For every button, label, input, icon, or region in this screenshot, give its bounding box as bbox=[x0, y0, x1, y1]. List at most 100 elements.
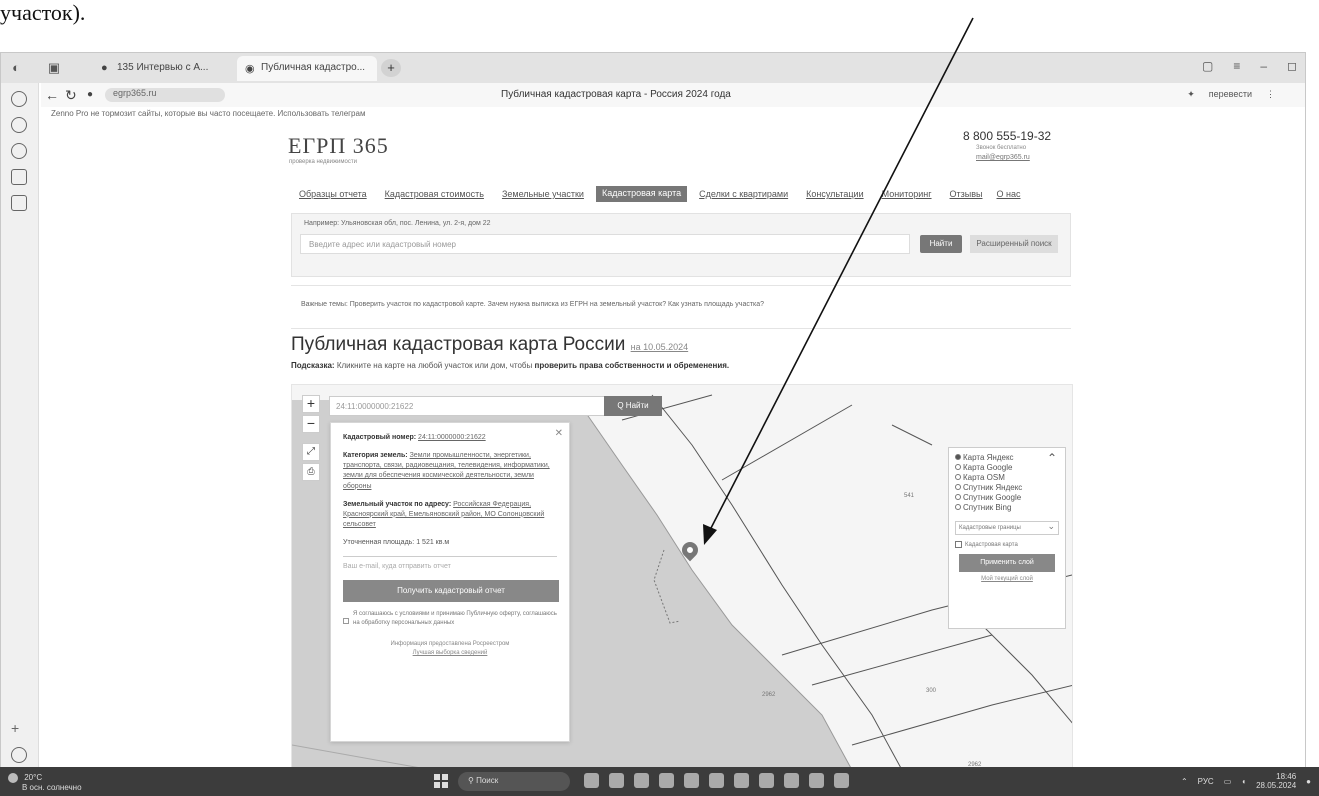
reload-icon[interactable]: ↻ bbox=[65, 87, 77, 104]
map-layers-panel: ⌃ Карта Яндекс Карта Google Карта OSM Сп… bbox=[948, 447, 1066, 629]
downloads-icon[interactable]: ▢ bbox=[1202, 59, 1213, 73]
close-icon[interactable]: ✕ bbox=[555, 428, 563, 439]
windows-taskbar: 20°C В осн. солнечно ⚲ Поиск ⌃ РУС ▭ ◖ 1… bbox=[0, 767, 1319, 796]
maximize-icon[interactable]: ◻ bbox=[1287, 59, 1297, 73]
current-layer-link[interactable]: Мой текущий слой bbox=[955, 576, 1059, 582]
minimize-icon[interactable]: – bbox=[1260, 59, 1267, 73]
start-icon[interactable] bbox=[434, 774, 448, 788]
menu-item-land-plots[interactable]: Земельные участки bbox=[502, 189, 584, 202]
radio-icon[interactable] bbox=[955, 494, 961, 500]
task-view-icon[interactable] bbox=[609, 773, 624, 788]
browser-window: ◐ ▣ ● 135 Интервью с А... ◉ Публичная ка… bbox=[0, 52, 1306, 768]
search-button[interactable]: Найти bbox=[920, 235, 962, 253]
parcel-label: 300 bbox=[926, 688, 937, 694]
menu-item-cadastral-map[interactable]: Кадастровая карта bbox=[595, 186, 688, 202]
photos-icon[interactable] bbox=[784, 773, 799, 788]
weather-widget[interactable]: 20°C В осн. солнечно bbox=[8, 773, 82, 792]
profile-icon[interactable]: ◐ bbox=[7, 59, 25, 77]
taskbar-search[interactable]: ⚲ Поиск bbox=[458, 772, 570, 791]
map-tip: Подсказка: Кликните на карте на любой уч… bbox=[291, 361, 730, 370]
sidebar-settings-icon[interactable] bbox=[11, 117, 27, 133]
report-email-input[interactable]: Ваш e-mail, куда отправить отчет bbox=[343, 563, 557, 570]
url-field[interactable]: egrp365.ru bbox=[105, 88, 225, 102]
sidebar-add-icon[interactable]: + bbox=[11, 721, 27, 737]
checkbox-icon[interactable] bbox=[955, 541, 962, 548]
volume-icon[interactable]: ◖ bbox=[1241, 777, 1246, 786]
language-indicator[interactable]: РУС bbox=[1198, 777, 1214, 786]
parcel-address: Земельный участок по адресу: Российская … bbox=[343, 500, 545, 528]
mail-icon[interactable] bbox=[734, 773, 749, 788]
layer-bing-satellite[interactable]: Спутник Bing bbox=[955, 503, 1059, 513]
menu-item-about[interactable]: О нас bbox=[997, 189, 1021, 202]
radio-icon[interactable] bbox=[955, 454, 961, 460]
layer-yandex-map[interactable]: Карта Яндекс bbox=[955, 453, 1059, 463]
faq-links[interactable]: Важные темы: Проверить участок по кадаст… bbox=[291, 285, 1071, 329]
apply-layer-button[interactable]: Применить слой bbox=[959, 554, 1055, 573]
tab-dzen[interactable]: ● 135 Интервью с А... bbox=[93, 56, 233, 81]
phone-number[interactable]: 8 800 555-19-32 bbox=[963, 129, 1051, 143]
extensions-icon[interactable]: ✦ bbox=[1187, 89, 1195, 100]
media-icon[interactable] bbox=[684, 773, 699, 788]
print-icon[interactable]: ⎙ bbox=[302, 463, 320, 481]
layer-select[interactable]: Кадастровые границы bbox=[955, 521, 1059, 535]
layer-yandex-satellite[interactable]: Спутник Яндекс bbox=[955, 483, 1059, 493]
menu-item-consultations[interactable]: Консультации bbox=[806, 189, 864, 202]
checkbox-icon[interactable] bbox=[343, 618, 349, 625]
page-heading: Публичная кадастровая карта России на 10… bbox=[291, 334, 689, 355]
translate-button[interactable]: перевести bbox=[1209, 89, 1252, 100]
chevron-up-icon[interactable]: ⌃ bbox=[1047, 451, 1057, 465]
yandex-browser-icon[interactable] bbox=[759, 773, 774, 788]
consent-checkbox[interactable]: Я соглашаюсь с условиями и принимаю Публ… bbox=[343, 610, 557, 627]
layer-google-map[interactable]: Карта Google bbox=[955, 463, 1059, 473]
get-report-button[interactable]: Получить кадастровый отчет bbox=[343, 580, 559, 603]
word-icon[interactable] bbox=[834, 773, 849, 788]
explorer-icon[interactable] bbox=[634, 773, 649, 788]
advanced-search-button[interactable]: Расширенный поиск bbox=[970, 235, 1058, 253]
cadastral-map[interactable]: + − ⤢ ⎙ 24:11:0000000:21622 Q Найти 541 … bbox=[291, 384, 1073, 767]
sidebar-notes-icon[interactable] bbox=[11, 169, 27, 185]
contact-email[interactable]: mail@egrp365.ru bbox=[976, 154, 1030, 161]
measure-icon[interactable]: ⤢ bbox=[302, 443, 320, 461]
zoom-in-button[interactable]: + bbox=[302, 395, 320, 413]
chevron-up-icon[interactable]: ⌃ bbox=[1181, 777, 1188, 786]
zoom-out-button[interactable]: − bbox=[302, 415, 320, 433]
radio-icon[interactable] bbox=[955, 474, 961, 480]
menu-item-cadastral-value[interactable]: Кадастровая стоимость bbox=[385, 189, 484, 202]
clock[interactable]: 18:46 28.05.2024 bbox=[1256, 772, 1296, 790]
menu-item-report-samples[interactable]: Образцы отчета bbox=[299, 189, 367, 202]
layer-google-satellite[interactable]: Спутник Google bbox=[955, 493, 1059, 503]
tab-cadastral-map[interactable]: ◉ Публичная кадастро... bbox=[237, 56, 377, 81]
radio-icon[interactable] bbox=[955, 504, 961, 510]
cadastral-layer-checkbox[interactable]: Кадастровая карта bbox=[955, 541, 1059, 548]
map-search-button[interactable]: Q Найти bbox=[604, 396, 662, 416]
chrome-icon[interactable] bbox=[659, 773, 674, 788]
menu-item-monitoring[interactable]: Мониторинг bbox=[882, 189, 932, 202]
land-category: Категория земель: Земли промышленности, … bbox=[343, 452, 550, 490]
menu-item-apartment-deals[interactable]: Сделки с квартирами bbox=[699, 189, 788, 202]
store-icon[interactable] bbox=[709, 773, 724, 788]
sidebar-alice-icon[interactable] bbox=[11, 747, 27, 763]
back-icon[interactable]: ← bbox=[45, 87, 59, 103]
sidebar-bookmarks-icon[interactable] bbox=[11, 195, 27, 211]
more-icon[interactable]: ⋮ bbox=[1266, 89, 1275, 100]
lock-icon: ● bbox=[87, 89, 94, 100]
widgets-icon[interactable] bbox=[584, 773, 599, 788]
paint-icon[interactable] bbox=[809, 773, 824, 788]
new-tab-button[interactable]: + bbox=[381, 59, 401, 77]
sidebar-play-icon[interactable] bbox=[11, 143, 27, 159]
tabs-list-icon[interactable]: ▣ bbox=[45, 59, 63, 77]
map-search-input[interactable]: 24:11:0000000:21622 bbox=[329, 396, 609, 416]
site-logo[interactable]: ЕГРП 365 bbox=[288, 133, 389, 159]
menu-icon[interactable]: ≡ bbox=[1233, 59, 1240, 73]
sidebar-clock-icon[interactable] bbox=[11, 91, 27, 107]
network-icon[interactable]: ▭ bbox=[1224, 777, 1232, 786]
radio-icon[interactable] bbox=[955, 484, 961, 490]
menu-item-reviews[interactable]: Отзывы bbox=[950, 189, 983, 202]
sun-icon bbox=[8, 773, 18, 783]
site-logo-sub: проверка недвижимости bbox=[289, 159, 357, 165]
document-caption: участок). bbox=[0, 0, 86, 25]
address-search-input[interactable]: Введите адрес или кадастровый номер bbox=[300, 234, 910, 254]
radio-icon[interactable] bbox=[955, 464, 961, 470]
layer-osm-map[interactable]: Карта OSM bbox=[955, 473, 1059, 483]
notifications-icon[interactable]: ● bbox=[1306, 777, 1311, 786]
